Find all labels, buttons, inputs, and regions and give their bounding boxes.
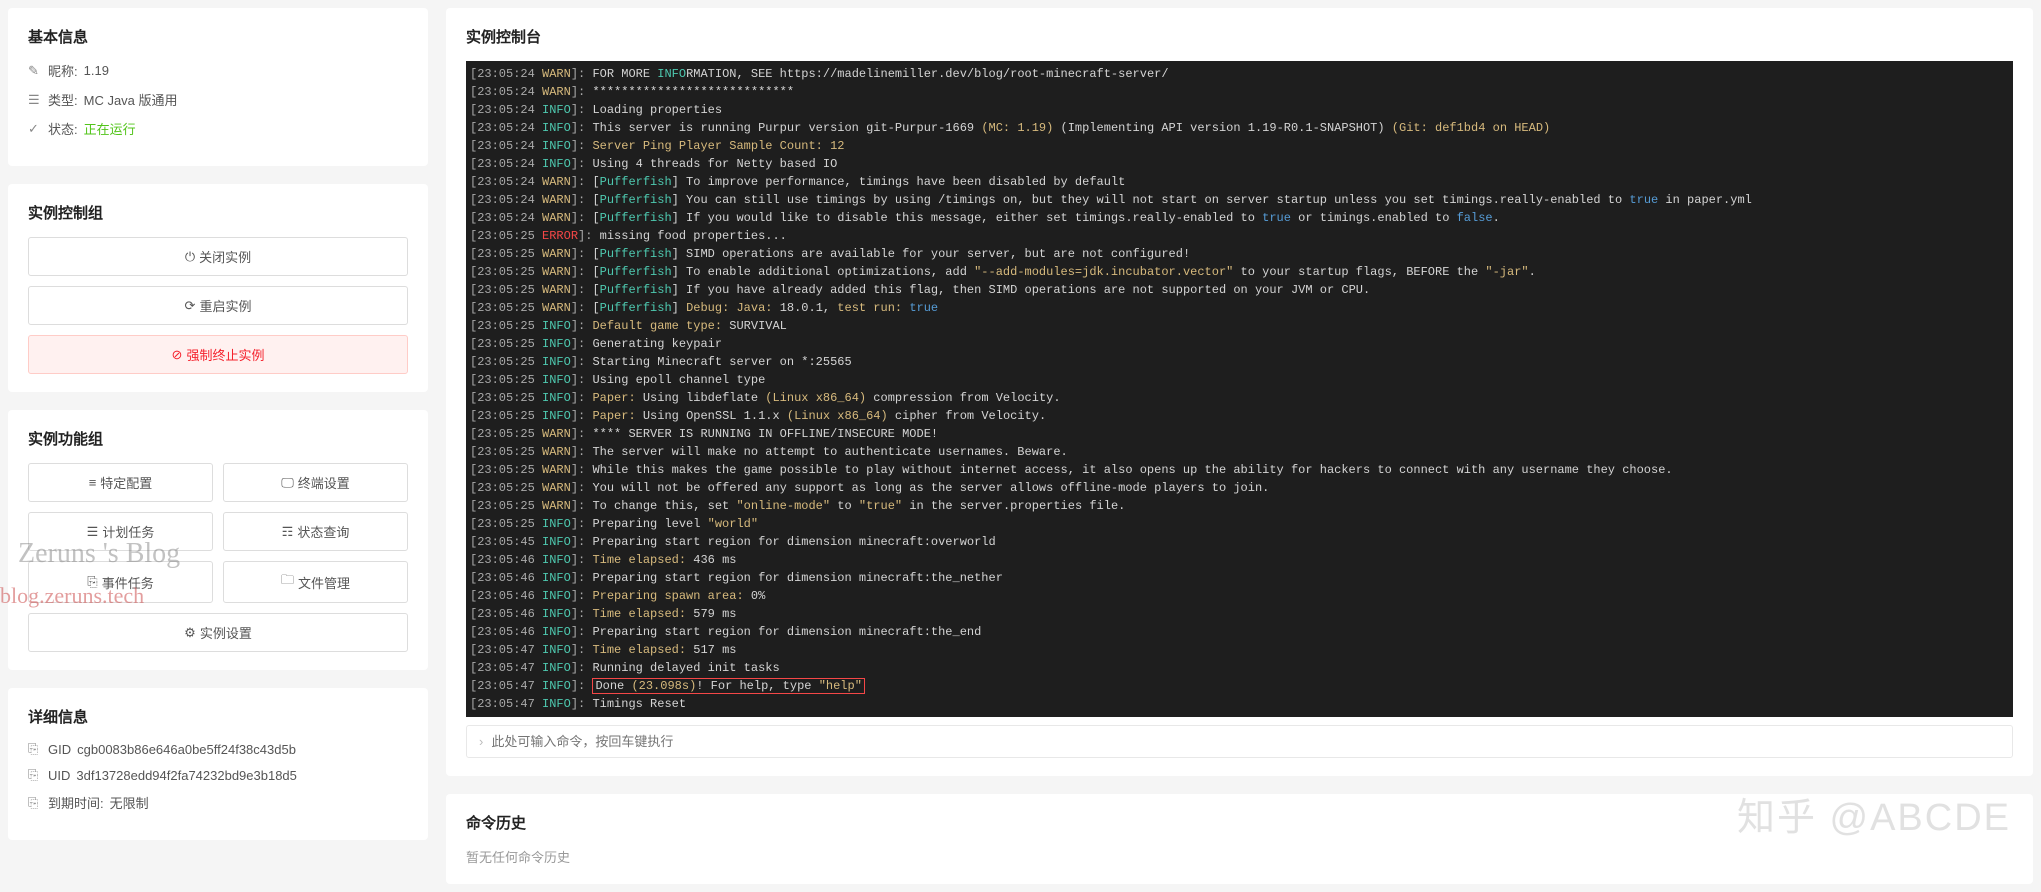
func-group-card: 实例功能组 ≡特定配置 🖵终端设置 ☰计划任务 ☶状态查询 ⎘事件任务 🗀文件管…: [8, 410, 428, 670]
calendar-icon: ☰: [87, 524, 99, 540]
func-group-title: 实例功能组: [28, 428, 408, 449]
status-query-button[interactable]: ☶状态查询: [223, 512, 408, 551]
kill-button[interactable]: ⊘强制终止实例: [28, 335, 408, 374]
terminal-settings-button[interactable]: 🖵终端设置: [223, 463, 408, 502]
type-value: MC Java 版通用: [84, 90, 178, 109]
nickname-row: ✎ 昵称: 1.19: [28, 61, 408, 80]
console-card: 实例控制台 [23:05:24 WARN]: FOR MORE INFORMAT…: [446, 8, 2033, 776]
status-label: 状态:: [48, 119, 78, 138]
history-title: 命令历史: [466, 812, 2013, 833]
basic-info-title: 基本信息: [28, 26, 408, 47]
list-icon: ☰: [28, 92, 42, 108]
files-button[interactable]: 🗀文件管理: [223, 561, 408, 603]
uid-label: UID: [48, 768, 70, 783]
status-row: ✓ 状态: 正在运行: [28, 119, 408, 138]
copy-icon: ⎘: [28, 767, 42, 783]
schedule-button[interactable]: ☰计划任务: [28, 512, 213, 551]
uid-row: ⎘ UID 3df13728edd94f2fa74232bd9e3b18d5: [28, 767, 408, 783]
stop-icon: ⊘: [172, 347, 183, 363]
control-group-title: 实例控制组: [28, 202, 408, 223]
command-input[interactable]: [491, 734, 2000, 749]
expire-label: 到期时间:: [48, 793, 104, 812]
gid-value: cgb0083b86e646a0be5ff24f38c43d5b: [77, 742, 296, 757]
detail-info-title: 详细信息: [28, 706, 408, 727]
status-icon: ✓: [28, 121, 42, 137]
instance-settings-button[interactable]: ⚙实例设置: [28, 613, 408, 652]
uid-value: 3df13728edd94f2fa74232bd9e3b18d5: [76, 768, 297, 783]
monitor-icon: 🖵: [281, 475, 294, 491]
basic-info-card: 基本信息 ✎ 昵称: 1.19 ☰ 类型: MC Java 版通用 ✓ 状态: …: [8, 8, 428, 166]
history-empty: 暂无任何命令历史: [466, 847, 2013, 866]
shutdown-button[interactable]: ⏻关闭实例: [28, 237, 408, 276]
detail-info-card: 详细信息 ⎘ GID cgb0083b86e646a0be5ff24f38c43…: [8, 688, 428, 840]
expire-row: ⎘ 到期时间: 无限制: [28, 793, 408, 812]
gid-label: GID: [48, 742, 71, 757]
terminal-output: [23:05:24 WARN]: FOR MORE INFORMATION, S…: [466, 61, 2013, 717]
clock-icon: ⎘: [28, 795, 42, 811]
status-value: 正在运行: [84, 119, 136, 138]
power-icon: ⏻: [185, 249, 195, 265]
gid-row: ⎘ GID cgb0083b86e646a0be5ff24f38c43d5b: [28, 741, 408, 757]
clipboard-icon: ⎘: [87, 574, 97, 590]
command-input-wrapper[interactable]: ›: [466, 725, 2013, 758]
edit-icon: ✎: [28, 63, 42, 79]
specific-config-button[interactable]: ≡特定配置: [28, 463, 213, 502]
console-title: 实例控制台: [466, 26, 2013, 47]
chevron-right-icon: ›: [479, 734, 483, 749]
events-button[interactable]: ⎘事件任务: [28, 561, 213, 603]
refresh-icon: ⟳: [185, 298, 196, 314]
chart-icon: ☶: [282, 524, 294, 540]
folder-icon: 🗀: [281, 571, 294, 593]
gear-icon: ⚙: [184, 625, 196, 641]
expire-value: 无限制: [110, 793, 149, 812]
type-label: 类型:: [48, 90, 78, 109]
sliders-icon: ≡: [89, 475, 97, 490]
nickname-value: 1.19: [84, 63, 109, 78]
nickname-label: 昵称:: [48, 61, 78, 80]
type-row: ☰ 类型: MC Java 版通用: [28, 90, 408, 109]
control-group-card: 实例控制组 ⏻关闭实例 ⟳重启实例 ⊘强制终止实例: [8, 184, 428, 392]
restart-button[interactable]: ⟳重启实例: [28, 286, 408, 325]
copy-icon: ⎘: [28, 741, 42, 757]
